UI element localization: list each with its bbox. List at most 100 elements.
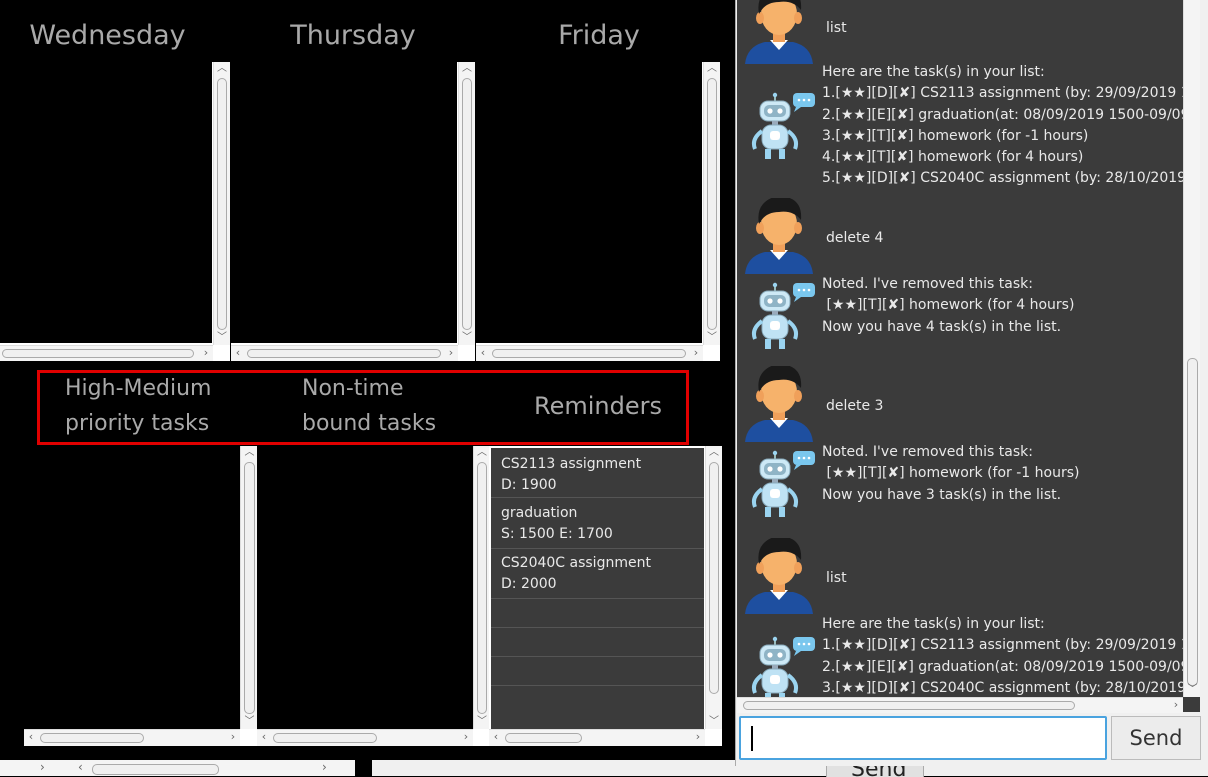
scroll-up-icon[interactable]: ︿ (241, 446, 258, 460)
reminder-card[interactable]: CS2113 assignment D: 1900 (491, 454, 704, 498)
bot-message-line: 2.[★★][E][✘] graduation(at: 08/09/2019 1… (822, 106, 1201, 123)
chat-horizontal-scrollbar[interactable]: › (737, 697, 1183, 713)
bot-message-text: Here are the task(s) in your list: 1.[★★]… (822, 614, 1201, 699)
horizontal-scrollbar[interactable]: ‹ › (489, 729, 705, 746)
vertical-scrollbar[interactable]: ︿ ﹀ (213, 62, 230, 345)
scroll-right-icon[interactable]: › (199, 346, 213, 361)
day-pane-thursday[interactable]: ︿ ﹀ ‹ › (231, 62, 475, 361)
bot-message-text: Noted. I've removed this task: [★★][T][✘… (822, 274, 1074, 338)
scroll-down-icon[interactable]: ﹀ (1184, 683, 1201, 697)
bot-message-line: Here are the task(s) in your list: (822, 616, 1045, 632)
scroll-up-icon[interactable]: ︿ (474, 446, 490, 460)
priority-tasks-pane[interactable]: ︿ ﹀ ‹ › (24, 446, 258, 746)
chat-vertical-scrollbar[interactable]: ﹀ (1183, 0, 1201, 697)
user-avatar (741, 364, 817, 446)
vertical-scrollbar[interactable]: ︿ ﹀ (705, 446, 722, 729)
priority-tasks-label: High-Medium priority tasks (65, 376, 212, 436)
user-avatar-icon (745, 364, 813, 442)
scroll-down-icon[interactable]: ﹀ (459, 331, 475, 345)
scroll-down-icon[interactable]: ﹀ (214, 331, 230, 345)
bot-message-line: [★★][T][✘] homework (for 4 hours) (822, 297, 1075, 314)
user-message: list (737, 0, 1184, 64)
bot-message-text: Noted. I've removed this task: [★★][T][✘… (822, 442, 1079, 506)
chat-dialog-pane[interactable]: list Here are the task(s) in your list: 1… (737, 0, 1201, 712)
bot-message-line: Here are the task(s) in your list: (822, 64, 1045, 80)
scroll-up-icon[interactable]: ︿ (706, 446, 722, 460)
bot-message-line: Noted. I've removed this task: (822, 276, 1033, 292)
empty-reminder-row (491, 628, 704, 657)
bot-message-line: Now you have 4 task(s) in the list. (822, 318, 1062, 335)
day-header-wednesday: Wednesday (29, 20, 186, 51)
user-avatar (741, 536, 817, 618)
bot-message-line: Now you have 3 task(s) in the list. (822, 486, 1062, 503)
vertical-scrollbar[interactable]: ︿ ﹀ (458, 62, 475, 345)
reminder-card[interactable]: graduation S: 1500 E: 1700 (491, 499, 704, 549)
user-message: delete 4 (737, 188, 1184, 274)
scroll-down-icon[interactable]: ﹀ (241, 715, 258, 729)
bot-message-line: 1.[★★][D][✘] CS2113 assignment (by: 29/0… (822, 637, 1201, 654)
user-avatar (741, 0, 817, 68)
background-window-strip: › ‹ › (0, 760, 355, 776)
user-message: list (737, 524, 1184, 614)
scroll-up-icon[interactable]: ︿ (459, 62, 475, 76)
reminder-card[interactable]: CS2040C assignment D: 2000 (491, 549, 704, 599)
non-time-bound-tasks-pane[interactable]: ︿ ﹀ ‹ › (257, 446, 490, 746)
scroll-down-icon[interactable]: ﹀ (706, 715, 722, 729)
scroll-right-icon[interactable]: › (459, 730, 473, 746)
send-button[interactable]: Send (1111, 716, 1201, 760)
scroll-down-icon[interactable]: ﹀ (474, 715, 490, 729)
scroll-left-icon[interactable]: ‹ (257, 730, 271, 746)
robot-avatar-icon (751, 282, 815, 349)
text-caret (751, 726, 753, 751)
user-message-text: delete 3 (826, 398, 884, 414)
user-message-text: list (826, 570, 847, 586)
day-pane-wednesday[interactable]: ︿ ﹀ › (0, 62, 230, 361)
empty-reminder-row (491, 657, 704, 686)
bot-avatar (749, 281, 825, 361)
reminders-pane[interactable]: CS2113 assignment D: 1900 graduation S: … (489, 446, 722, 746)
scroll-down-icon[interactable]: ﹀ (704, 331, 720, 345)
day-header-thursday: Thursday (290, 20, 416, 51)
horizontal-scrollbar[interactable]: ‹ › (231, 345, 458, 361)
scroll-right-icon[interactable]: › (1169, 698, 1183, 713)
scroll-left-icon[interactable]: ‹ (489, 730, 503, 746)
user-avatar-icon (745, 196, 813, 274)
scroll-left-icon[interactable]: ‹ (476, 346, 490, 361)
scroll-right-icon[interactable]: › (226, 730, 240, 746)
vertical-scrollbar[interactable]: ︿ ﹀ (240, 446, 258, 729)
user-message-text: delete 4 (826, 230, 884, 246)
bot-message: Here are the task(s) in your list: 1.[★★]… (737, 62, 1201, 188)
bot-message-line: 1.[★★][D][✘] CS2113 assignment (by: 29/0… (822, 85, 1201, 102)
command-input[interactable] (739, 716, 1107, 760)
robot-avatar-icon (751, 450, 815, 517)
user-message-text: list (826, 20, 847, 36)
horizontal-scrollbar[interactable]: ‹ › (476, 345, 703, 361)
non-time-bound-tasks-label: Non-time bound tasks (302, 376, 437, 436)
bot-message-line: 3.[★★][D][✘] CS2040C assignment (by: 28/… (822, 679, 1201, 696)
reminders-label: Reminders (534, 392, 662, 420)
scroll-left-icon[interactable]: ‹ (231, 346, 245, 361)
day-header-friday: Friday (558, 20, 640, 51)
scroll-up-icon[interactable]: ︿ (704, 62, 720, 76)
day-pane-friday[interactable]: ︿ ﹀ ‹ › (476, 62, 720, 361)
scroll-right-icon[interactable]: › (689, 346, 703, 361)
scroll-left-icon[interactable]: ‹ (24, 730, 38, 746)
horizontal-scrollbar[interactable]: ‹ › (257, 729, 473, 746)
bot-message-line: 2.[★★][E][✘] graduation(at: 08/09/2019 1… (822, 658, 1201, 675)
vertical-scrollbar[interactable]: ︿ ﹀ (703, 62, 720, 345)
scroll-right-icon[interactable]: › (444, 346, 458, 361)
bot-message-line: [★★][T][✘] homework (for -1 hours) (822, 465, 1080, 482)
user-avatar-icon (745, 0, 813, 64)
bot-message-line: 4.[★★][T][✘] homework (for 4 hours) (822, 149, 1084, 166)
bot-message-line: 3.[★★][T][✘] homework (for -1 hours) (822, 127, 1089, 144)
scroll-right-icon[interactable]: › (691, 730, 705, 746)
horizontal-scrollbar[interactable]: ‹ › (24, 729, 240, 746)
horizontal-scrollbar[interactable]: › (0, 345, 213, 361)
scroll-up-icon[interactable]: ︿ (214, 62, 230, 76)
user-message: delete 3 (737, 356, 1184, 442)
bot-message: Noted. I've removed this task: [★★][T][✘… (737, 442, 1184, 524)
bot-message-line: 5.[★★][D][✘] CS2040C assignment (by: 28/… (822, 170, 1201, 187)
vertical-scrollbar[interactable]: ︿ ﹀ (473, 446, 490, 729)
user-avatar (741, 196, 817, 278)
bot-message: Noted. I've removed this task: [★★][T][✘… (737, 274, 1184, 356)
